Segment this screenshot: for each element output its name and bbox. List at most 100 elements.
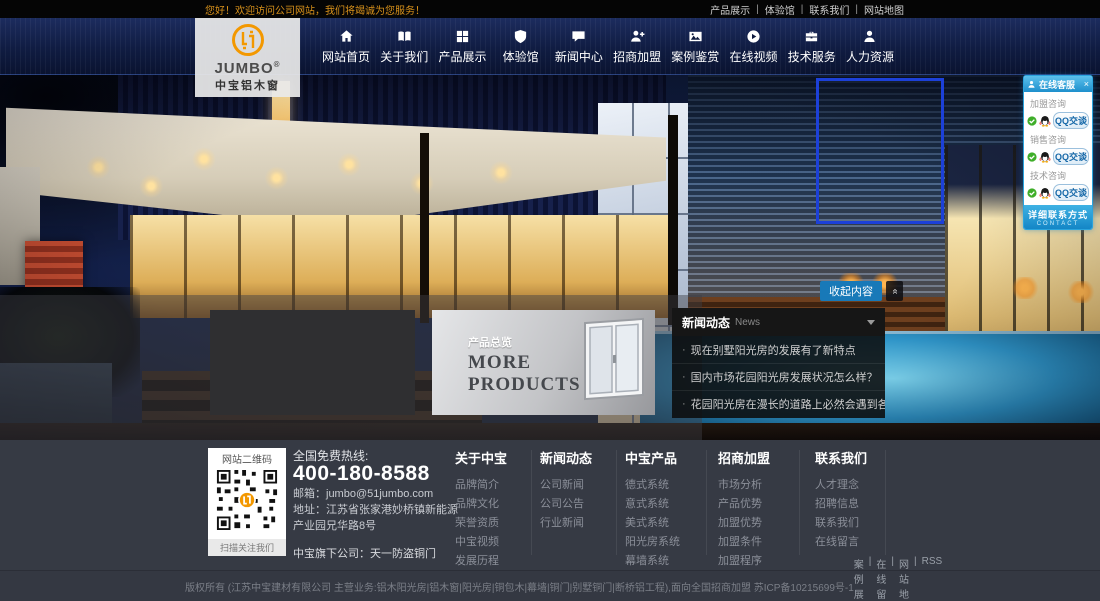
bottom-bar: 版权所有 (江苏中宝建材有限公司 主营业务:铝木阳光房|铝木窗|阳光房|铜包木|… [0,570,1100,601]
hero-banner: 收起内容 « 新闻动态 News · 现在别墅阳光房的发展有了新特点 · 国内市… [0,75,1100,440]
page: 您好！欢迎访问公司网站，我们将竭诚为您服务！ 产品展示 | 体验馆 | 联系我们… [0,0,1100,601]
chat-group-label: 技术咨询 [1027,167,1089,184]
nav-item-about[interactable]: 关于我们 [380,28,428,65]
contact-details-label: 详细联系方式 [1028,208,1088,221]
chat-widget-body: 加盟咨询 QQ交谈 销售咨询 QQ交谈 技术咨询 QQ交谈 [1024,92,1092,205]
nav-item-label: 网站首页 [322,48,370,65]
news-item-text: 现在别墅阳光房的发展有了新特点 [691,342,856,358]
footer-link[interactable]: 联系我们 [815,514,895,533]
nav-item-label: 关于我们 [380,48,428,65]
footer-link[interactable]: 加盟条件 [718,533,798,552]
footer-link[interactable]: 公司公告 [540,495,620,514]
news-list: · 现在别墅阳光房的发展有了新特点 · 国内市场花园阳光房发展状况怎么样？ · … [672,336,885,418]
close-icon[interactable]: × [1084,80,1089,89]
footer-link[interactable]: 在线留言 [815,533,895,552]
bullet: · [682,344,686,356]
footer-link[interactable]: 产品优势 [718,495,798,514]
qq-chat-button[interactable]: QQ交谈 [1053,184,1089,201]
nav-item-cases[interactable]: 案例鉴赏 [671,28,719,65]
bottom-link-rss[interactable]: RSS [922,556,943,601]
footer-divider [799,450,800,555]
logo-subtitle: 中宝铝木窗 [215,77,280,93]
contact-details-button[interactable]: 详细联系方式 CONTACT [1024,205,1092,229]
footer-link[interactable]: 德式系统 [625,476,705,495]
footer-link[interactable]: 荣誉资质 [455,514,535,533]
footer-link[interactable]: 加盟优势 [718,514,798,533]
footer-link[interactable]: 人才理念 [815,476,895,495]
nav-item-label: 新闻中心 [555,48,603,65]
bottom-link-cases[interactable]: 案例展示 [854,556,864,601]
chevron-down-icon[interactable] [867,320,875,325]
news-item[interactable]: · 现在别墅阳光房的发展有了新特点 [672,336,885,363]
chat-group-label: 销售咨询 [1027,131,1089,148]
footer-link[interactable]: 品牌简介 [455,476,535,495]
nav-item-tech-service[interactable]: 技术服务 [788,28,836,65]
separator: | [891,556,894,601]
qq-chat-row[interactable]: QQ交谈 [1027,148,1089,165]
more-products-title: PRODUCTS [468,374,581,396]
nav-item-experience[interactable]: 体验馆 [497,28,545,65]
nav-item-label: 技术服务 [788,48,836,65]
footer-link[interactable]: 美式系统 [625,514,705,533]
footer-link[interactable]: 品牌文化 [455,495,535,514]
qq-chat-row[interactable]: QQ交谈 [1027,184,1089,201]
jumbo-emblem-icon [231,23,265,57]
bottom-link-message[interactable]: 在线留言 [876,556,886,601]
nav-item-videos[interactable]: 在线视频 [730,28,778,65]
nav-item-hr[interactable]: 人力资源 [846,28,894,65]
footer-link[interactable]: 招聘信息 [815,495,895,514]
double-chevron-up-icon: « [889,288,900,294]
qq-chat-button[interactable]: QQ交谈 [1053,148,1089,165]
news-item-text: 国内市场花园阳光房发展状况怎么样？ [691,369,878,385]
qq-chat-row[interactable]: QQ交谈 [1027,112,1089,129]
footer-link[interactable]: 幕墙系统 [625,552,705,571]
footer-column-about: 关于中宝 品牌简介 品牌文化 荣誉资质 中宝视频 发展历程 品牌形象 [455,448,535,590]
nav-item-products[interactable]: 产品展示 [438,28,486,65]
nav-item-news[interactable]: 新闻中心 [555,28,603,65]
qq-chat-button[interactable]: QQ交谈 [1053,112,1089,129]
news-panel-header: 新闻动态 News [672,308,885,336]
separator: | [869,556,872,601]
home-icon [339,28,354,44]
top-link-sitemap[interactable]: 网站地图 [864,2,904,17]
news-item[interactable]: · 国内市场花园阳光房发展状况怎么样？ [672,363,885,390]
footer-link[interactable]: 意式系统 [625,495,705,514]
footer-link[interactable]: 发展历程 [455,552,535,571]
footer-link[interactable]: 公司新闻 [540,476,620,495]
nav-item-label: 体验馆 [503,48,539,65]
briefcase-icon [804,28,819,44]
top-link-products[interactable]: 产品展示 [710,2,750,17]
site-logo[interactable]: JUMBO® 中宝铝木窗 [195,18,300,97]
window-product-icon [571,316,651,408]
footer-link[interactable]: 中宝视频 [455,533,535,552]
qq-penguin-icon [1039,187,1051,199]
chat-widget-title: 在线客服 [1039,78,1075,91]
top-link-experience[interactable]: 体验馆 [765,2,795,17]
welcome-text: 您好！欢迎访问公司网站，我们将竭诚为您服务！ [205,2,425,17]
nav-item-franchise[interactable]: 招商加盟 [613,28,661,65]
bullet: · [682,398,686,410]
footer-link[interactable]: 行业新闻 [540,514,620,533]
more-products-panel[interactable]: 产品总览 MORE PRODUCTS [432,310,655,415]
hotline-number: 400-180-8588 [293,466,461,482]
chat-icon [571,28,586,44]
nav-item-label: 在线视频 [730,48,778,65]
news-item-text: 花园阳光房在漫长的道路上必然会遇到各种挑战 [691,396,885,412]
top-link-contact[interactable]: 联系我们 [809,2,849,17]
chat-group-label: 加盟咨询 [1027,95,1089,112]
collapse-content-button[interactable]: 收起内容 [820,281,882,301]
footer-link[interactable]: 阳光房系统 [625,533,705,552]
footer-link[interactable]: 加盟程序 [718,552,798,571]
footer-email: 邮箱：jumbo@51jumbo.com [293,486,461,502]
person-icon [862,28,877,44]
online-status-icon [1027,116,1037,126]
bottom-links: 案例展示 | 在线留言 | 网站地图 | RSS [854,556,942,601]
news-item[interactable]: · 花园阳光房在漫长的道路上必然会遇到各种挑战 [672,390,885,417]
nav-item-home[interactable]: 网站首页 [322,28,370,65]
footer: 网站二维码 扫描关注我们 全国免费热线: 400-180-8588 邮箱：jum… [0,440,1100,570]
collapse-arrows-button[interactable]: « [886,281,903,301]
footer-link[interactable]: 市场分析 [718,476,798,495]
bottom-link-sitemap[interactable]: 网站地图 [899,556,909,601]
bullet: · [682,371,686,383]
person-plus-icon [630,28,645,44]
